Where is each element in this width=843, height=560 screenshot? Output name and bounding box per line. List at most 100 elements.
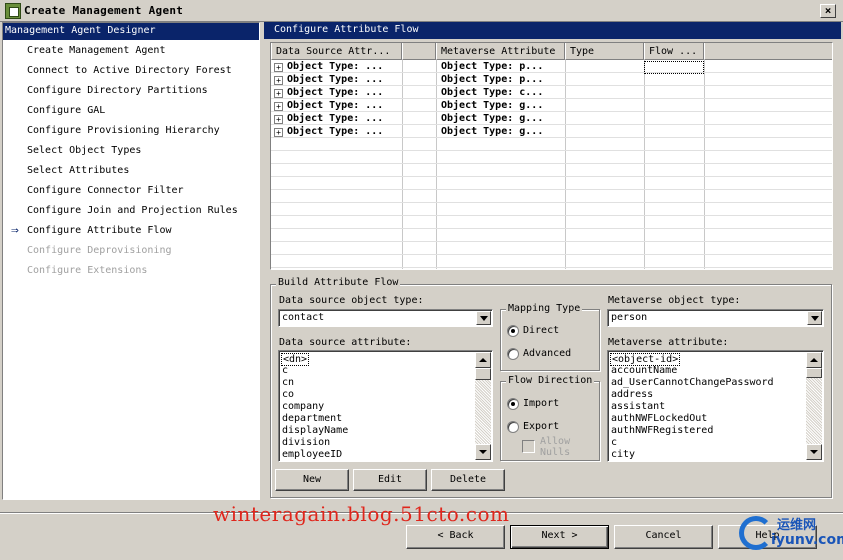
nav-item[interactable]: Configure Directory Partitions [27, 85, 208, 96]
list-item[interactable]: ad_UserCannotChangePassword [611, 377, 774, 388]
table-row[interactable]: + Object Type: ... Object Type: g... [271, 113, 832, 126]
mapping-direct-radio[interactable] [507, 325, 519, 337]
column-header-blank[interactable] [402, 43, 436, 60]
attribute-flow-grid[interactable]: Data Source Attr... Metaverse Attribute … [270, 42, 833, 270]
mv-attribute-scrollbar[interactable] [806, 352, 822, 460]
scroll-up-icon[interactable] [806, 352, 822, 368]
allow-nulls-label: Allow Nulls [540, 436, 571, 458]
ds-object-type-select[interactable]: contact [278, 309, 493, 327]
list-item[interactable]: accountName [611, 365, 677, 376]
cancel-button[interactable]: Cancel [614, 525, 713, 549]
new-button[interactable]: New [275, 469, 349, 491]
column-header-type[interactable]: Type [565, 43, 644, 60]
ds-object-type-value: contact [282, 312, 325, 323]
cell-data-source: Object Type: ... [287, 61, 384, 72]
mv-object-type-value: person [611, 312, 648, 323]
table-row[interactable]: + Object Type: ... Object Type: p... [271, 74, 832, 87]
list-item[interactable]: authNWFRegistered [611, 425, 713, 436]
chevron-down-icon[interactable] [807, 311, 822, 325]
mv-attribute-list[interactable]: <object-id> accountName ad_UserCannotChang… [607, 350, 824, 462]
ds-attribute-list[interactable]: <dn> c cn co company department displayName div… [278, 350, 493, 462]
nav-item[interactable]: Configure Join and Projection Rules [27, 205, 238, 216]
expand-plus-icon[interactable]: + [274, 89, 283, 98]
expand-plus-icon[interactable]: + [274, 128, 283, 137]
logo-ring-icon [739, 516, 773, 550]
delete-button[interactable]: Delete [431, 469, 505, 491]
column-header-flow[interactable]: Flow ... [644, 43, 704, 60]
focused-cell[interactable] [644, 61, 704, 74]
flow-export-label[interactable]: Export [523, 421, 559, 432]
list-item[interactable]: department [282, 413, 342, 424]
list-item[interactable]: assistant [611, 401, 665, 412]
scroll-thumb[interactable] [475, 368, 491, 380]
expand-plus-icon[interactable]: + [274, 115, 283, 124]
column-header-data-source[interactable]: Data Source Attr... [271, 43, 402, 60]
list-item[interactable]: displayName [282, 425, 348, 436]
list-item[interactable]: co [282, 389, 294, 400]
mapping-advanced-label[interactable]: Advanced [523, 348, 571, 359]
flow-export-radio[interactable] [507, 421, 519, 433]
nav-item[interactable]: Select Attributes [27, 165, 129, 176]
ds-attribute-scrollbar[interactable] [475, 352, 491, 460]
table-row[interactable]: + Object Type: ... Object Type: g... [271, 100, 832, 113]
nav-item[interactable]: Configure GAL [27, 105, 105, 116]
grid-row-line [271, 254, 832, 255]
expand-plus-icon[interactable]: + [274, 76, 283, 85]
column-header-metaverse[interactable]: Metaverse Attribute [436, 43, 565, 60]
nav-item[interactable]: Configure Connector Filter [27, 185, 184, 196]
nav-item[interactable]: Connect to Active Directory Forest [27, 65, 232, 76]
scroll-down-icon[interactable] [806, 444, 822, 460]
list-item[interactable]: company [282, 401, 324, 412]
list-item[interactable]: address [611, 389, 653, 400]
close-button[interactable]: × [820, 4, 836, 18]
nav-item[interactable]: Configure Provisioning Hierarchy [27, 125, 220, 136]
cell-data-source: Object Type: ... [287, 126, 384, 137]
flow-import-radio[interactable] [507, 398, 519, 410]
designer-nav-panel: Management Agent Designer ⇒ Create Manag… [2, 22, 260, 500]
chevron-down-icon[interactable] [476, 311, 491, 325]
mv-object-type-label: Metaverse object type: [608, 295, 741, 306]
table-row[interactable]: + Object Type: ... Object Type: p... [271, 61, 832, 74]
list-item[interactable]: city [611, 449, 635, 460]
grid-row-line [271, 267, 832, 268]
back-button[interactable]: < Back [406, 525, 505, 549]
scroll-thumb[interactable] [806, 368, 822, 378]
nav-item[interactable]: Configure Attribute Flow [27, 225, 172, 236]
table-row[interactable]: + Object Type: ... Object Type: g... [271, 126, 832, 139]
list-item[interactable]: division [282, 437, 330, 448]
nav-item[interactable]: Create Management Agent [27, 45, 165, 56]
panel-header: Configure Attribute Flow [264, 22, 841, 39]
list-item[interactable]: cn [282, 377, 294, 388]
mapping-advanced-radio[interactable] [507, 348, 519, 360]
expand-plus-icon[interactable]: + [274, 63, 283, 72]
edit-button[interactable]: Edit [353, 469, 427, 491]
next-button[interactable]: Next > [510, 525, 609, 549]
scroll-down-icon[interactable] [475, 444, 491, 460]
grid-row-line [271, 228, 832, 229]
scroll-up-icon[interactable] [475, 352, 491, 368]
column-header-filler [704, 43, 832, 60]
table-row[interactable]: + Object Type: ... Object Type: c... [271, 87, 832, 100]
cell-data-source: Object Type: ... [287, 87, 384, 98]
logo-text-cn: 运维网 [777, 518, 817, 533]
list-item[interactable]: c [611, 437, 617, 448]
cell-metaverse: Object Type: g... [441, 100, 544, 111]
list-item[interactable]: authNWFLockedOut [611, 413, 707, 424]
mapping-direct-label[interactable]: Direct [523, 325, 559, 336]
nav-item[interactable]: Select Object Types [27, 145, 141, 156]
list-item[interactable]: employeeID [282, 449, 342, 460]
list-item[interactable]: c [282, 365, 288, 376]
nav-item: Configure Deprovisioning [27, 245, 172, 256]
title-bar: Create Management Agent × [0, 0, 843, 22]
allow-nulls-checkbox[interactable] [522, 440, 535, 453]
mv-attribute-label: Metaverse attribute: [608, 337, 729, 348]
flow-import-label[interactable]: Import [523, 398, 559, 409]
app-icon [5, 3, 21, 19]
cell-metaverse: Object Type: p... [441, 74, 544, 85]
expand-plus-icon[interactable]: + [274, 102, 283, 111]
ds-attribute-label: Data source attribute: [279, 337, 412, 348]
mv-object-type-select[interactable]: person [607, 309, 824, 327]
window-title: Create Management Agent [24, 4, 184, 17]
logo-text-en: iyunv.com [771, 532, 843, 548]
grid-row-line [271, 215, 832, 216]
